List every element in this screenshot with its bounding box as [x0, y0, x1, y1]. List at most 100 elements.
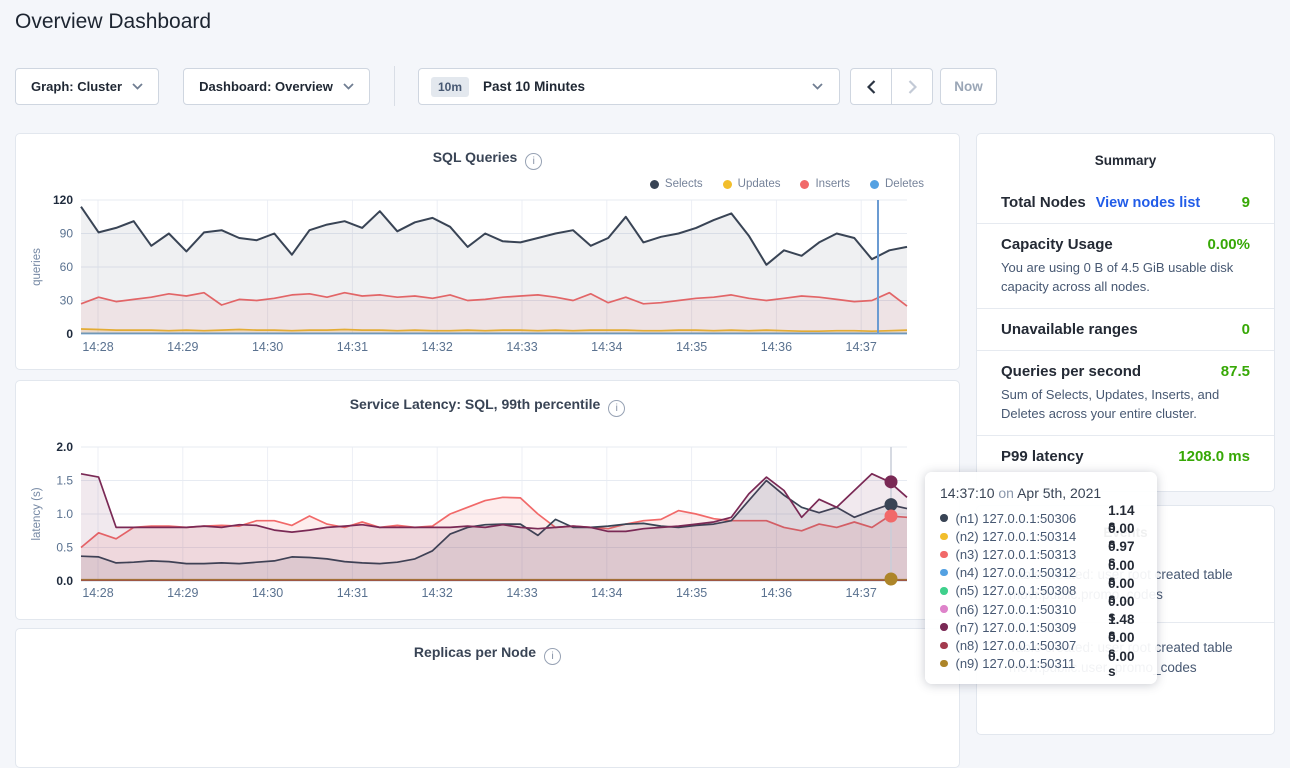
previous-time-button[interactable]	[851, 69, 891, 104]
tooltip-node-label: (n1) 127.0.0.1:50306	[956, 511, 1109, 526]
x-tick-label: 14:33	[506, 340, 537, 354]
node-color-dot	[940, 587, 948, 595]
time-range-dropdown[interactable]: 10m Past 10 Minutes	[418, 68, 840, 105]
x-tick-label: 14:36	[761, 586, 792, 600]
summary-value: 0.00%	[1207, 236, 1250, 253]
chevron-right-icon	[908, 80, 917, 94]
summary-label: Total Nodes	[1001, 194, 1086, 211]
view-nodes-link[interactable]: View nodes list	[1096, 195, 1201, 211]
summary-value: 9	[1242, 194, 1250, 211]
summary-row-main: P99 latency 1208.0 ms	[1001, 448, 1250, 465]
x-tick-label: 14:29	[167, 340, 198, 354]
y-tick-label: 1.0	[56, 507, 73, 521]
x-tick-label: 14:34	[591, 340, 622, 354]
y-tick-label: 0	[66, 327, 73, 341]
time-range-label: Past 10 Minutes	[483, 79, 585, 94]
chart-title: Service Latency: SQL, 99th percentilei	[16, 396, 959, 417]
sql-queries-panel: SQL Queriesi SelectsUpdatesInsertsDelete…	[15, 133, 960, 370]
crosshair-dot	[885, 572, 898, 585]
y-tick-label: 1.5	[56, 474, 73, 488]
summary-row-main: Queries per second87.5	[1001, 363, 1250, 380]
summary-title: Summary	[977, 134, 1274, 168]
legend-dot-icon	[650, 180, 659, 189]
y-tick-label: 2.0	[56, 440, 73, 454]
y-tick-label: 0.5	[56, 541, 73, 555]
now-button[interactable]: Now	[940, 68, 997, 105]
x-tick-label: 14:30	[252, 340, 283, 354]
chart-title: SQL Queriesi	[16, 149, 959, 170]
y-tick-label: 60	[60, 260, 74, 274]
sql-queries-chart[interactable]: 14:2814:2914:3014:3114:3214:3314:3414:35…	[16, 189, 959, 359]
node-color-dot	[940, 623, 948, 631]
dashboard-dropdown-label: Dashboard: Overview	[199, 79, 333, 94]
chart-title: Replicas per Nodei	[16, 644, 959, 665]
y-tick-label: 90	[60, 227, 74, 241]
x-tick-label: 14:35	[676, 340, 707, 354]
service-latency-panel: Service Latency: SQL, 99th percentilei 1…	[15, 380, 960, 620]
time-step-group	[850, 68, 933, 105]
summary-row: Unavailable ranges0	[977, 308, 1274, 350]
summary-label: P99 latency	[1001, 448, 1084, 465]
tooltip-timestamp: 14:37:10 on Apr 5th, 2021	[940, 485, 1144, 501]
node-color-dot	[940, 533, 948, 541]
crosshair-dot	[885, 498, 898, 511]
replicas-per-node-panel: Replicas per Nodei	[15, 628, 960, 768]
node-color-dot	[940, 569, 948, 577]
x-tick-label: 14:31	[337, 340, 368, 354]
info-icon[interactable]: i	[525, 153, 542, 170]
info-icon[interactable]: i	[608, 400, 625, 417]
dashboard-dropdown[interactable]: Dashboard: Overview	[183, 68, 370, 105]
chevron-down-icon	[343, 83, 354, 90]
graph-dropdown[interactable]: Graph: Cluster	[15, 68, 159, 105]
x-tick-label: 14:36	[761, 340, 792, 354]
tooltip-node-label: (n8) 127.0.0.1:50307	[956, 638, 1109, 653]
x-tick-label: 14:35	[676, 586, 707, 600]
x-tick-label: 14:32	[422, 586, 453, 600]
info-icon[interactable]: i	[544, 648, 561, 665]
service-latency-chart[interactable]: 14:2814:2914:3014:3114:3214:3314:3414:35…	[16, 437, 959, 609]
summary-value: 1208.0 ms	[1178, 448, 1250, 465]
legend-dot-icon	[800, 180, 809, 189]
summary-description: You are using 0 B of 4.5 GiB usable disk…	[1001, 258, 1250, 296]
summary-panel: Summary Total Nodes View nodes list 9 Capac…	[976, 133, 1275, 492]
legend-dot-icon	[723, 180, 732, 189]
node-color-dot	[940, 514, 948, 522]
tooltip-node-label: (n2) 127.0.0.1:50314	[956, 529, 1109, 544]
x-tick-label: 14:37	[846, 586, 877, 600]
x-tick-label: 14:28	[82, 586, 113, 600]
tooltip-node-label: (n5) 127.0.0.1:50308	[956, 583, 1109, 598]
chevron-left-icon	[867, 80, 876, 94]
x-tick-label: 14:30	[252, 586, 283, 600]
summary-label: Unavailable ranges	[1001, 321, 1138, 338]
tooltip-node-label: (n7) 127.0.0.1:50309	[956, 620, 1109, 635]
y-tick-label: 0.0	[56, 574, 73, 588]
y-tick-label: 30	[60, 294, 74, 308]
x-tick-label: 14:29	[167, 586, 198, 600]
x-tick-label: 14:32	[422, 340, 453, 354]
tooltip-node-value: 0.00 s	[1108, 649, 1144, 679]
summary-label: Queries per second	[1001, 363, 1141, 380]
x-tick-label: 14:37	[846, 340, 877, 354]
summary-label: Capacity Usage	[1001, 236, 1113, 253]
summary-description: Sum of Selects, Updates, Inserts, and De…	[1001, 385, 1250, 423]
now-button-label: Now	[941, 79, 996, 94]
y-tick-label: 120	[53, 193, 73, 207]
legend-dot-icon	[870, 180, 879, 189]
summary-row-main: Total Nodes View nodes list 9	[1001, 194, 1250, 211]
page-title: Overview Dashboard	[15, 10, 211, 34]
series-area	[81, 207, 907, 334]
node-color-dot	[940, 605, 948, 613]
x-tick-label: 14:33	[506, 586, 537, 600]
chart-tooltip: 14:37:10 on Apr 5th, 2021 (n1) 127.0.0.1…	[925, 472, 1157, 684]
tooltip-node-label: (n3) 127.0.0.1:50313	[956, 547, 1109, 562]
chevron-down-icon	[132, 83, 143, 90]
node-color-dot	[940, 660, 948, 668]
crosshair-dot	[885, 510, 898, 523]
y-axis-label: latency (s)	[31, 487, 43, 540]
node-color-dot	[940, 551, 948, 559]
node-color-dot	[940, 642, 948, 650]
summary-row-main: Unavailable ranges0	[1001, 321, 1250, 338]
next-time-button[interactable]	[891, 69, 932, 104]
toolbar-divider	[394, 66, 395, 106]
tooltip-node-label: (n6) 127.0.0.1:50310	[956, 602, 1109, 617]
